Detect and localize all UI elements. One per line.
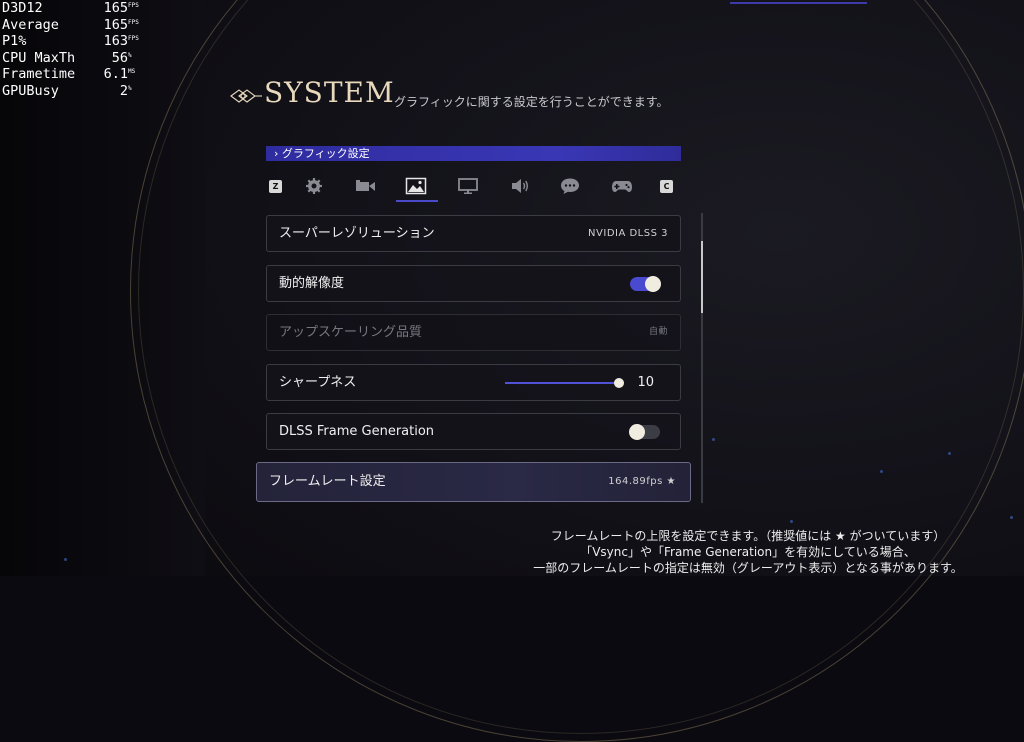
setting-super-resolution[interactable]: スーパーレゾリューション NVIDIA DLSS 3 — [266, 215, 681, 252]
scrollbar-thumb[interactable] — [701, 241, 703, 313]
system-logo-icon — [230, 89, 262, 103]
prev-tab-key[interactable]: Z — [269, 180, 282, 193]
active-tab-indicator — [396, 200, 438, 202]
help-line: 「Vsync」や「Frame Generation」を有効にしている場合、 — [580, 545, 916, 559]
perf-label: P1% — [2, 33, 27, 50]
perf-row: Frametime 6.1 MS — [2, 66, 142, 83]
perf-label: CPU MaxTh — [2, 49, 76, 66]
setting-value: 自動 — [648, 327, 668, 337]
setting-frame-generation[interactable]: DLSS Frame Generation — [266, 413, 681, 450]
toggle-knob — [629, 424, 645, 440]
setting-label: シャープネス — [279, 375, 357, 390]
tab-camera[interactable] — [347, 172, 383, 200]
toggle-knob — [645, 276, 661, 292]
setting-label: スーパーレゾリューション — [279, 226, 435, 241]
gamepad-icon — [612, 181, 632, 192]
setting-frame-rate[interactable]: フレームレート設定 164.89fps ★ — [256, 462, 691, 502]
sparkle — [1010, 516, 1013, 519]
perf-row: CPU MaxTh 56% — [2, 50, 142, 67]
setting-value: 10 — [637, 375, 654, 390]
perf-value: 165 — [103, 0, 128, 16]
sparkle — [880, 470, 883, 473]
frame-generation-toggle[interactable] — [629, 424, 660, 440]
perf-value: 163 — [103, 33, 128, 50]
tab-general[interactable] — [296, 172, 332, 200]
perf-unit: FPS — [128, 18, 139, 26]
section-header: › グラフィック設定 — [266, 146, 681, 161]
help-line: フレームレートの上限を設定できます。（推奨値には ★ がついています） — [550, 529, 946, 543]
setting-sharpness[interactable]: シャープネス 10 — [266, 364, 681, 401]
tab-display[interactable] — [450, 172, 486, 200]
perf-label: D3D12 — [2, 0, 43, 16]
slider-fill — [505, 382, 619, 384]
sparkle — [948, 452, 951, 455]
sparkle — [790, 520, 793, 523]
tab-graphics[interactable] — [398, 172, 434, 200]
sharpness-slider[interactable] — [505, 378, 624, 388]
gear-icon — [306, 178, 322, 194]
tab-audio[interactable] — [502, 172, 538, 200]
perf-label: GPUBusy — [2, 82, 59, 99]
perf-label: Average — [2, 16, 59, 33]
setting-label: フレームレート設定 — [269, 474, 386, 489]
chat-icon — [561, 178, 579, 194]
perf-row: D3D12 165 FPS — [2, 0, 142, 17]
perf-value: 165 — [103, 16, 128, 33]
perf-unit: FPS — [128, 2, 139, 9]
tab-controller[interactable] — [604, 172, 640, 200]
perf-label: Frametime — [2, 66, 76, 83]
next-tab-key[interactable]: C — [660, 180, 673, 193]
perf-value: 6.1 — [103, 66, 128, 83]
setting-value: 164.89fps ★ — [608, 476, 676, 487]
help-line: 一部のフレームレートの指定は無効（グレーアウト表示）となる事があります。 — [533, 561, 963, 575]
perf-row: Average 165 FPS — [2, 17, 142, 34]
page-subtitle: グラフィックに関する設定を行うことができます。 — [394, 95, 669, 109]
speaker-icon — [512, 179, 528, 193]
performance-overlay: D3D12 165 FPS Average 165 FPS P1% 163 FPS CPU … — [2, 0, 142, 100]
monitor-icon — [458, 178, 478, 194]
setting-dynamic-resolution[interactable]: 動的解像度 — [266, 265, 681, 302]
top-accent-line — [730, 2, 867, 4]
perf-value: 56 — [111, 49, 128, 66]
sparkle — [712, 438, 715, 441]
perf-row: P1% 163 FPS — [2, 33, 142, 50]
sparkle — [64, 558, 67, 561]
setting-label: アップスケーリング品質 — [279, 325, 423, 340]
perf-row: GPUBusy 2% — [2, 83, 142, 100]
perf-unit: % — [128, 84, 132, 92]
image-icon — [405, 177, 427, 195]
slider-thumb[interactable] — [614, 378, 624, 388]
camera-icon — [356, 180, 375, 191]
perf-unit: % — [128, 51, 132, 59]
help-text: フレームレートの上限を設定できます。（推奨値には ★ がついています） 「Vsy… — [498, 528, 998, 576]
page-title: SYSTEM — [264, 76, 395, 109]
perf-unit: FPS — [128, 35, 139, 43]
setting-label: 動的解像度 — [279, 276, 345, 291]
setting-upscaling-quality: アップスケーリング品質 自動 — [266, 314, 681, 351]
settings-scrollbar[interactable] — [701, 213, 703, 503]
tab-chat[interactable] — [552, 172, 588, 200]
setting-value: NVIDIA DLSS 3 — [588, 228, 668, 239]
perf-unit: MS — [128, 68, 136, 76]
dynamic-resolution-toggle[interactable] — [630, 276, 661, 292]
perf-value: 2 — [119, 82, 128, 99]
setting-label: DLSS Frame Generation — [279, 424, 435, 439]
